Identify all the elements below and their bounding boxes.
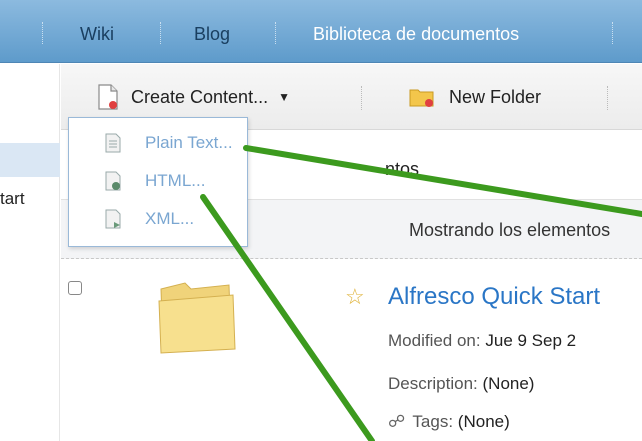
screen: Wiki Blog Biblioteca de documentos tart …	[0, 0, 642, 441]
description-value: (None)	[482, 374, 535, 393]
menu-item-html[interactable]: HTML...	[69, 164, 247, 198]
document-add-icon	[97, 84, 119, 110]
modified-line: Modified on: Jue 9 Sep 2	[388, 331, 576, 351]
item-checkbox[interactable]	[68, 281, 82, 295]
menu-item-plain-text[interactable]: Plain Text...	[69, 126, 247, 160]
menu-item-label: XML...	[145, 209, 195, 228]
toolbar-divider	[607, 86, 608, 110]
tag-icon: ☍	[388, 412, 406, 431]
create-content-label: Create Content...	[131, 86, 269, 107]
nav-divider	[160, 22, 161, 44]
left-sidebar: tart	[0, 64, 60, 441]
nav-divider	[275, 22, 276, 44]
sidebar-selected-item[interactable]	[0, 143, 60, 177]
content-header-partial: ntos	[385, 159, 420, 179]
tags-line: ☍ Tags: (None)	[388, 412, 510, 432]
new-folder-button[interactable]: New Folder	[409, 82, 541, 112]
create-content-menu: Plain Text... HTML... XML...	[68, 117, 248, 247]
nav-item-wiki[interactable]: Wiki	[80, 20, 114, 48]
modified-value: Jue 9 Sep 2	[485, 331, 577, 350]
tags-label: Tags:	[412, 412, 454, 431]
toolbar-divider	[361, 86, 362, 110]
menu-item-label: HTML...	[145, 171, 206, 190]
description-line: Description: (None)	[388, 374, 534, 394]
folder-icon	[409, 86, 435, 108]
menu-item-label: Plain Text...	[145, 133, 233, 152]
xml-document-icon	[105, 209, 121, 229]
chevron-down-icon: ▼	[278, 90, 290, 104]
showing-items-text: Mostrando los elementos	[409, 220, 611, 240]
nav-divider	[612, 22, 613, 44]
item-title-link[interactable]: Alfresco Quick Start	[388, 283, 600, 311]
nav-item-blog[interactable]: Blog	[194, 20, 230, 48]
html-document-icon	[105, 171, 121, 191]
new-folder-label: New Folder	[449, 86, 542, 107]
top-nav-bar: Wiki Blog Biblioteca de documentos	[0, 0, 642, 63]
nav-divider	[42, 22, 43, 44]
folder-thumbnail-icon[interactable]	[155, 279, 237, 355]
tags-value: (None)	[457, 412, 510, 431]
nav-item-document-library[interactable]: Biblioteca de documentos	[313, 20, 519, 48]
star-icon[interactable]: ☆	[345, 284, 365, 310]
text-document-icon	[105, 133, 121, 153]
menu-item-xml[interactable]: XML...	[69, 202, 247, 236]
modified-label: Modified on:	[388, 331, 481, 350]
sidebar-item-label[interactable]: tart	[0, 189, 25, 209]
description-label: Description:	[388, 374, 478, 393]
create-content-button[interactable]: Create Content... ▼	[97, 82, 290, 112]
